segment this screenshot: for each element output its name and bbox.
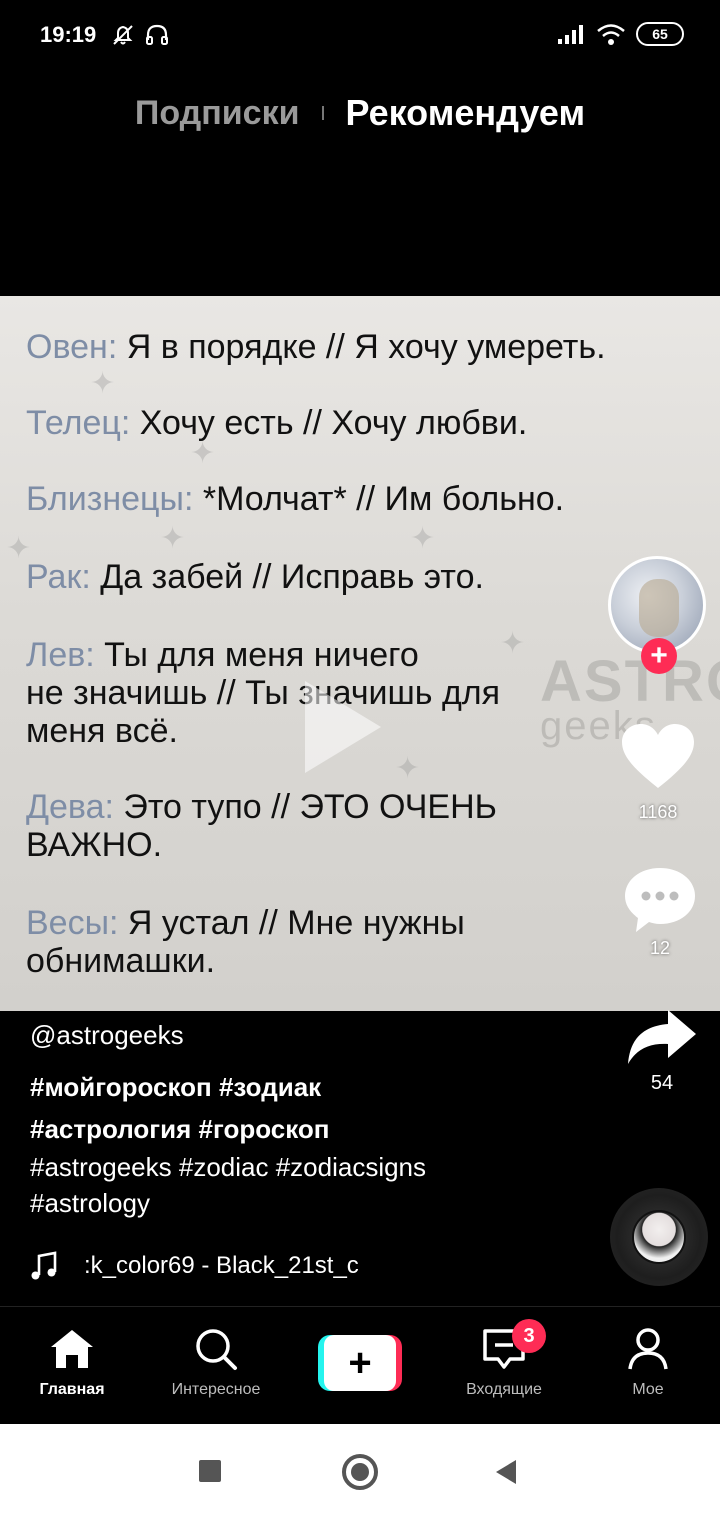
zodiac-line-leo-3: меня всё. xyxy=(26,712,178,750)
video-player[interactable]: ✦ ✦ ✦ ✦ ✦ ✦ ✦ ASTRO geeks Овен: Я в поря… xyxy=(0,296,720,1011)
create-video-button[interactable]: + xyxy=(318,1335,402,1391)
signal-icon xyxy=(558,25,583,44)
nav-home[interactable]: Главная xyxy=(7,1327,137,1399)
play-icon[interactable] xyxy=(305,681,381,773)
nav-inbox-label: Входящие xyxy=(466,1381,542,1398)
creator-username[interactable]: @astrogeeks xyxy=(30,1020,184,1051)
zodiac-sign-label: Телец: xyxy=(26,404,131,442)
zodiac-line-libra: Весы: Я устал // Мне нужны xyxy=(26,904,465,942)
nav-profile[interactable]: Мое xyxy=(583,1327,713,1399)
star-decoration: ✦ xyxy=(500,627,526,660)
hashtag-line[interactable]: #мойгороскоп #зодиак xyxy=(30,1072,321,1103)
zodiac-text: Ты для меня ничего xyxy=(94,636,419,674)
zodiac-sign-label: Овен: xyxy=(26,328,118,366)
tab-for-you[interactable]: Рекомендуем xyxy=(346,92,586,134)
nav-profile-label: Мое xyxy=(632,1381,664,1398)
follow-plus-button[interactable]: + xyxy=(641,638,677,674)
zodiac-text: Я в порядке // Я хочу умереть. xyxy=(117,328,606,366)
zodiac-sign-label: Близнецы: xyxy=(26,480,194,518)
hashtag-line[interactable]: #астрология #гороскоп xyxy=(30,1114,329,1145)
star-decoration: ✦ xyxy=(410,522,436,555)
wifi-icon xyxy=(597,24,625,45)
feed-tabs: Подписки Рекомендуем xyxy=(0,88,720,138)
like-count: 1168 xyxy=(638,802,678,822)
zodiac-sign-label: Дева: xyxy=(26,788,114,826)
plus-icon: + xyxy=(324,1335,396,1391)
music-disc[interactable] xyxy=(610,1188,708,1286)
zodiac-line-virgo: Дева: Это тупо // ЭТО ОЧЕНЬ xyxy=(26,788,497,826)
zodiac-line-virgo-2: ВАЖНО. xyxy=(26,826,162,864)
zodiac-line-aries: Овен: Я в порядке // Я хочу умереть. xyxy=(26,328,606,366)
hashtag-line[interactable]: #astrology xyxy=(30,1188,150,1219)
disc-avatar xyxy=(632,1210,686,1264)
zodiac-line-gemini: Близнецы: *Молчат* // Им больно. xyxy=(26,480,564,518)
zodiac-text: не значишь // Ты значишь для xyxy=(26,674,501,712)
zodiac-text: меня всё. xyxy=(26,712,178,750)
search-icon xyxy=(196,1329,237,1370)
nav-inbox[interactable]: Входящие xyxy=(439,1327,569,1399)
headphones-icon xyxy=(146,24,168,45)
bottom-nav: Главная Интересное + Входящие 3 Мое xyxy=(0,1306,720,1424)
status-time: 19:19 xyxy=(40,22,97,47)
zodiac-line-taurus: Телец: Хочу есть // Хочу любви. xyxy=(26,404,527,442)
nav-discover-label: Интересное xyxy=(171,1381,261,1398)
system-nav-bar xyxy=(0,1424,720,1520)
zodiac-text: обнимашки. xyxy=(26,942,216,980)
heart-icon[interactable] xyxy=(620,722,696,792)
back-icon[interactable] xyxy=(496,1460,516,1484)
comment-icon[interactable] xyxy=(622,864,698,936)
recents-icon[interactable] xyxy=(199,1460,221,1482)
profile-icon xyxy=(628,1328,668,1370)
hashtag-line[interactable]: #astrogeeks #zodiac #zodiacsigns xyxy=(30,1152,426,1183)
star-decoration: ✦ xyxy=(90,367,116,400)
home-icon xyxy=(51,1330,93,1368)
status-right: 65 xyxy=(556,22,684,46)
zodiac-sign-label: Весы: xyxy=(26,904,119,942)
zodiac-sign-label: Рак: xyxy=(26,558,91,596)
tab-following[interactable]: Подписки xyxy=(135,94,300,133)
status-bar: 19:19 65 xyxy=(0,0,720,72)
zodiac-line-cancer: Рак: Да забей // Исправь это. xyxy=(26,558,484,596)
zodiac-text: Это тупо // ЭТО ОЧЕНЬ xyxy=(113,788,497,826)
share-count: 54 xyxy=(650,1072,674,1094)
tab-divider xyxy=(321,106,324,120)
share-arrow-icon[interactable] xyxy=(626,1006,698,1068)
zodiac-line-libra-2: обнимашки. xyxy=(26,942,215,980)
home-circle-icon[interactable] xyxy=(342,1454,378,1490)
status-icons-left xyxy=(110,22,170,48)
star-decoration: ✦ xyxy=(160,522,186,555)
zodiac-text: *Молчат* // Им больно. xyxy=(193,480,565,518)
zodiac-text: ВАЖНО. xyxy=(26,826,163,864)
zodiac-line-leo: Лев: Ты для меня ничего xyxy=(26,636,419,674)
zodiac-text: Да забей // Исправь это. xyxy=(90,558,484,596)
battery-level: 65 xyxy=(652,26,668,42)
zodiac-sign-label: Лев: xyxy=(26,636,95,674)
nav-home-label: Главная xyxy=(39,1381,105,1398)
nav-discover[interactable]: Интересное xyxy=(151,1327,281,1399)
inbox-badge: 3 xyxy=(512,1319,546,1353)
zodiac-line-leo-2: не значишь // Ты значишь для xyxy=(26,674,500,712)
zodiac-text: Хочу есть // Хочу любви. xyxy=(130,404,528,442)
muted-bell-icon xyxy=(113,25,133,45)
zodiac-text: Я устал // Мне нужны xyxy=(118,904,465,942)
star-decoration: ✦ xyxy=(395,752,421,785)
music-note-icon xyxy=(31,1251,57,1280)
music-info[interactable]: :k_color69 - Black_21st_c xyxy=(30,1248,414,1284)
music-title: :k_color69 - Black_21st_c xyxy=(84,1252,359,1279)
battery-indicator: 65 xyxy=(636,22,684,46)
comment-count: 12 xyxy=(649,938,671,958)
